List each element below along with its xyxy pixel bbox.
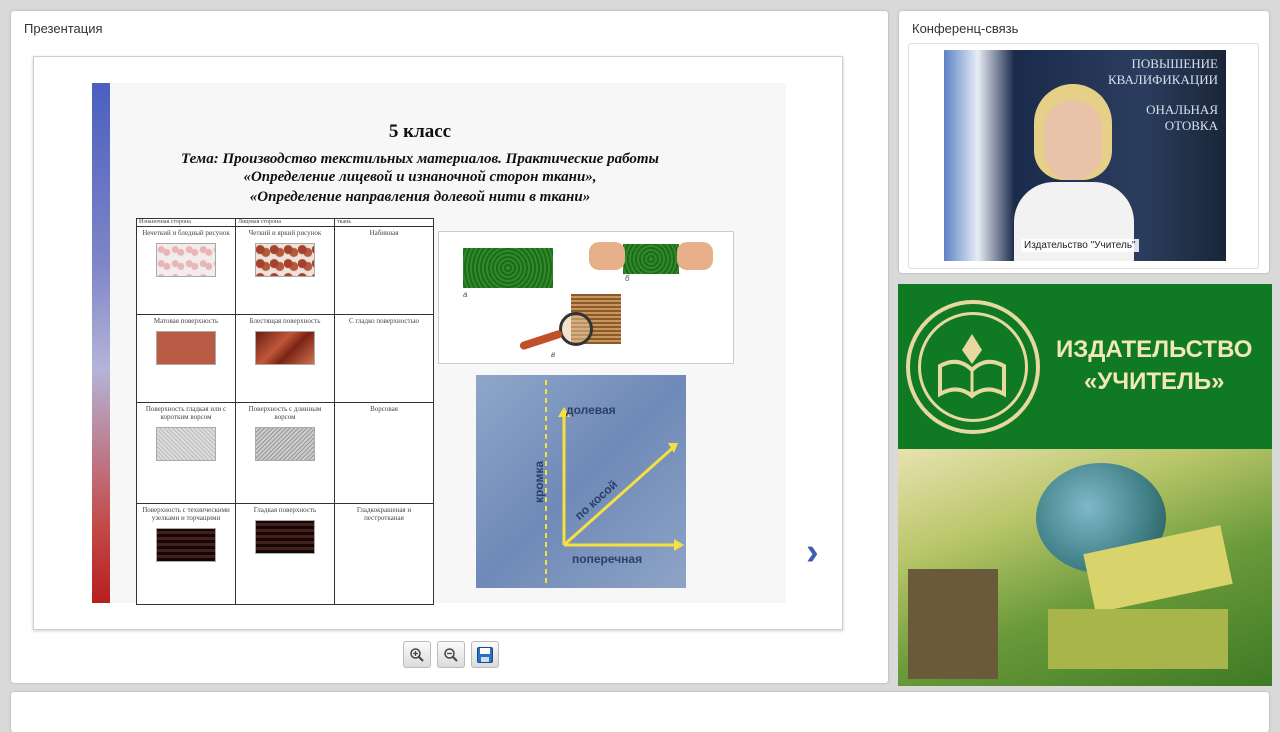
grain-label-crosswise: поперечная [572,552,643,566]
fabric-swatch [156,426,216,461]
image-label-b: б [625,274,630,283]
presenter-face [1044,100,1102,180]
table-cell: Ворсовая [334,401,434,504]
table-header: ткань [334,218,434,227]
cell-text: Четкий и яркий рисунок [248,229,322,237]
magnifier-icon [559,312,593,346]
presentation-panel: Презентация 5 класс Тема: Производство т… [11,11,888,683]
video-feed[interactable]: ПОВЫШЕНИЕ КВАЛИФИКАЦИИ ОНАЛЬНАЯ ОТОВКА И… [944,50,1226,261]
slide-theme: Тема: Производство текстильных материало… [181,151,659,167]
right-hand-image [677,242,713,270]
table-row: Нечеткий и бледный рисунок Четкий и ярки… [136,226,434,315]
slide: 5 класс Тема: Производство текстильных м… [33,56,843,630]
save-button[interactable] [471,641,499,668]
cell-text: Матовая поверхность [153,316,219,325]
video-caption: Издательство "Учитель" [1021,239,1139,252]
bottom-panel [11,692,1269,732]
fabric-swatch [156,330,216,365]
table-cell: Поверхность с длинным ворсом [235,401,335,504]
banner-line: ОТОВКА [1164,118,1218,133]
fabric-swatch [255,330,315,365]
save-icon [477,646,493,663]
slide-toolbar [403,641,499,668]
table-cell: Гладкая поверхность [235,502,335,606]
conference-panel-title: Конференц-связь [912,21,1019,36]
zoom-out-button[interactable] [437,641,465,668]
fabric-swatch [255,519,315,554]
table-cell: Матовая поверхность [136,313,236,403]
publisher-logo [906,300,1040,434]
slide-grade: 5 класс [388,121,452,142]
publisher-books-image [898,449,1272,686]
table-cell: Блестящая поверхность [235,313,335,403]
table-cell: Гладкокрашеная и пестротканая [334,502,434,606]
publisher-header: ИЗДАТЕЛЬСТВО «УЧИТЕЛЬ» [898,284,1272,449]
slide-work1: «Определение лицевой и изнаночной сторон… [243,169,597,185]
grain-direction-image: долевая кромка по косой поперечная [476,375,686,588]
left-hand-image [589,242,625,270]
table-cell: Четкий и яркий рисунок [235,226,335,315]
banner-line: ОНАЛЬНАЯ [1146,102,1218,117]
table-header: Изнаночная сторона [136,218,236,227]
green-fabric-hands-image [623,244,679,274]
presentation-panel-title: Презентация [24,21,103,36]
cell-text: Гладкая поверхность [253,505,317,514]
zoom-out-icon [444,647,458,662]
zoom-in-button[interactable] [403,641,431,668]
banner-line: ПОВЫШЕНИЕ [1131,56,1218,71]
table-row: Поверхность гладкая или с коротким ворсо… [136,401,434,504]
table-row: Поверхность с техническими узелками и то… [136,502,434,606]
cell-text: Поверхность гладкая или с коротким ворсо… [145,404,227,421]
cell-text: Блестящая поверхность [249,316,321,325]
table-cell: Поверхность с техническими узелками и то… [136,502,236,606]
table-cell: С гладко поверхностью [334,313,434,403]
publisher-name-line1: ИЗДАТЕЛЬСТВО [1056,336,1253,363]
fabric-swatch [156,243,216,277]
table-header-row: Изнаночная сторона Лицевая сторона ткань [136,218,434,227]
grain-label-edge: кромка [532,460,547,504]
zoom-in-icon [410,647,424,662]
book-stack-image [908,569,998,679]
image-label-c: в [551,350,556,359]
fabric-table: Изнаночная сторона Лицевая сторона ткань… [136,218,434,606]
green-fabric-image [463,248,553,288]
next-slide-button[interactable]: › [806,531,819,574]
book-stack-image [1048,609,1228,669]
publisher-banner: ИЗДАТЕЛЬСТВО «УЧИТЕЛЬ» [898,284,1272,686]
cell-text: Нечеткий и бледный рисунок [142,229,230,237]
slide-side-bar [92,83,110,603]
fabric-swatch [156,527,216,562]
banner-line: КВАЛИФИКАЦИИ [1108,72,1218,87]
cell-text: Поверхность с длинным ворсом [248,404,322,421]
slide-content: 5 класс Тема: Производство текстильных м… [110,83,819,606]
grain-label-lengthwise: долевая [566,403,616,417]
magnifier-handle [518,329,564,351]
conference-panel: Конференц-связь ПОВЫШЕНИЕ КВАЛИФИКАЦИИ О… [899,11,1269,273]
image-label-a: а [463,290,468,299]
table-cell: Поверхность гладкая или с коротким ворсо… [136,401,236,504]
cell-text: Поверхность с техническими узелками и то… [142,505,230,522]
table-row: Матовая поверхность Блестящая поверхност… [136,313,434,403]
table-cell: Набивная [334,226,434,315]
fabric-swatch [255,243,315,277]
fabric-swatch [255,426,315,461]
publisher-name-line2: «УЧИТЕЛЬ» [1084,368,1225,395]
book-icon [938,334,1006,399]
fabric-illustration: а б в [438,231,734,364]
table-header: Лицевая сторона [235,218,335,227]
table-cell: Нечеткий и бледный рисунок [136,226,236,315]
slide-work2: «Определение направления долевой нити в … [249,189,591,205]
